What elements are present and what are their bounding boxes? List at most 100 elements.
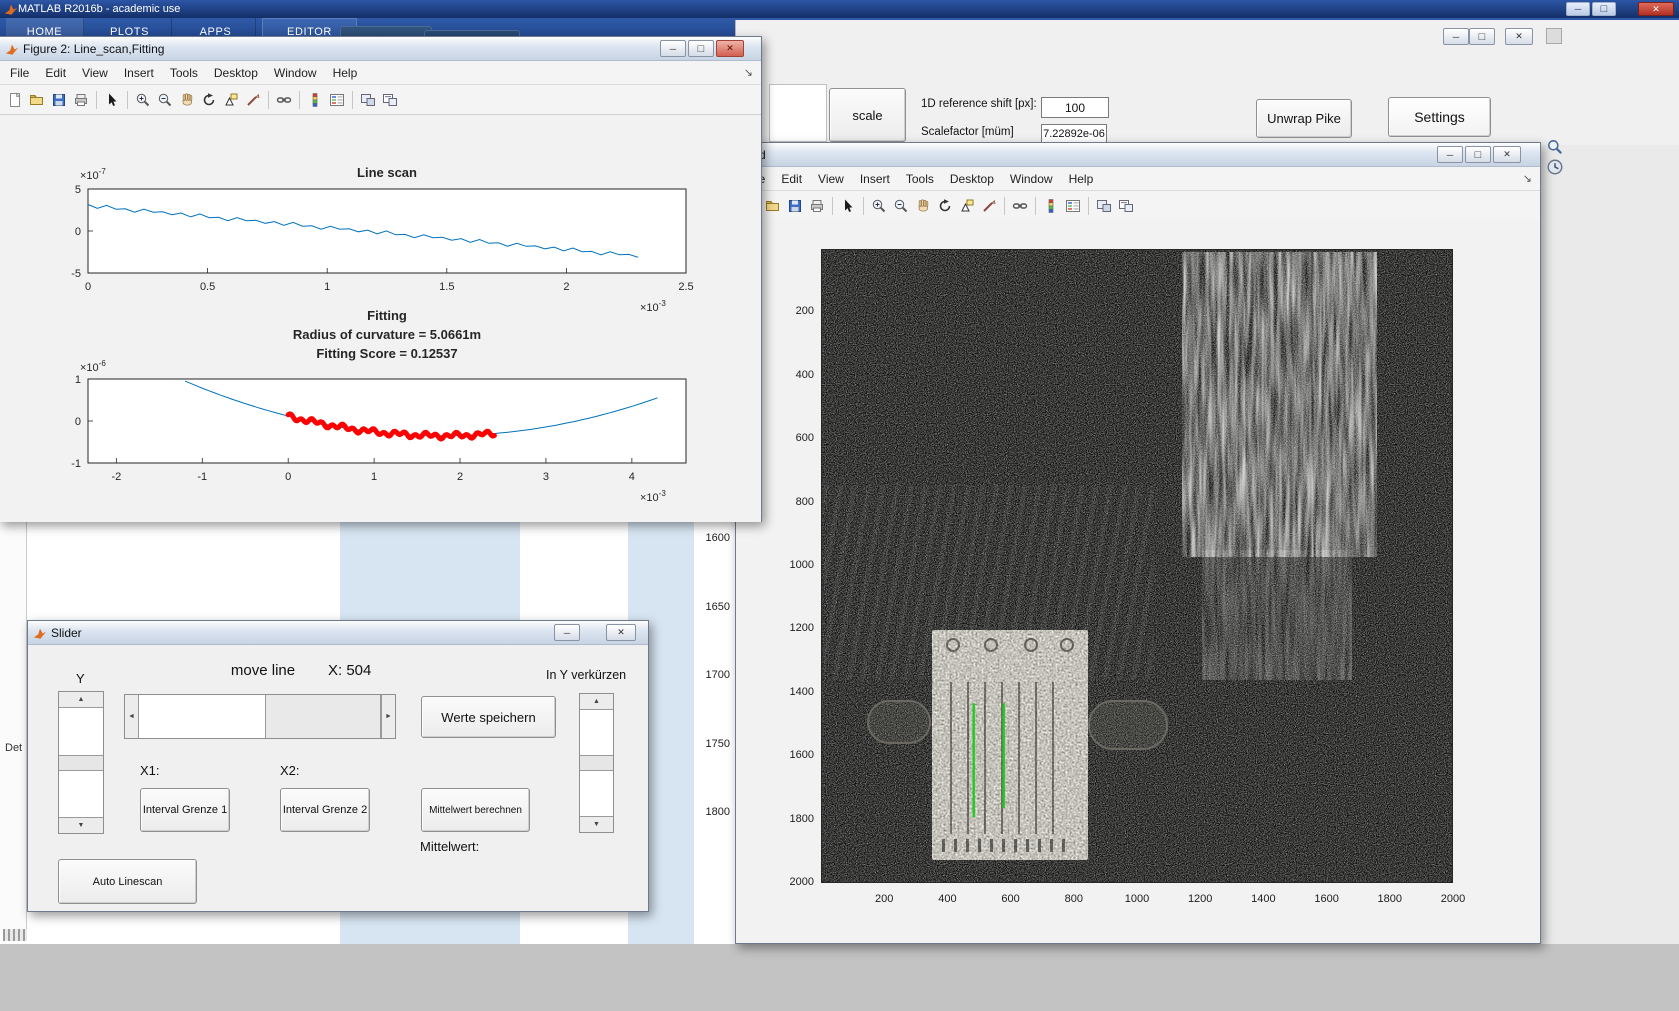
window-menu-icon[interactable] [1546,28,1562,44]
maximize-icon[interactable] [1592,2,1616,16]
image-figure-titlebar[interactable]: d [736,143,1540,167]
x-slider[interactable] [124,694,396,739]
new-figure-icon[interactable] [5,90,25,110]
zoom-out-icon[interactable] [155,90,175,110]
show-plot-tools-icon[interactable] [1116,196,1136,216]
data-cursor-icon[interactable] [221,90,241,110]
minimize-icon[interactable] [1443,28,1469,45]
maximize-icon[interactable] [1465,146,1491,163]
close-icon[interactable] [1505,28,1533,45]
svg-text:Line scan: Line scan [357,165,417,180]
menu-insert[interactable]: Insert [116,63,162,83]
scalefactor-field[interactable]: 7.22892e-06 [1041,124,1107,144]
save-figure-icon[interactable] [49,90,69,110]
slider-up-icon[interactable] [580,694,613,710]
insert-legend-icon[interactable] [327,90,347,110]
pan-icon[interactable] [177,90,197,110]
slider-down-icon[interactable] [580,816,613,832]
show-plot-tools-icon[interactable] [380,90,400,110]
search-icon[interactable] [1546,138,1564,156]
zoom-in-icon[interactable] [133,90,153,110]
insert-colorbar-icon[interactable] [1041,196,1061,216]
menu-window[interactable]: Window [1002,169,1061,189]
menu-insert[interactable]: Insert [852,169,898,189]
close-icon[interactable] [606,624,636,641]
minimize-icon[interactable] [1437,146,1463,163]
minimize-icon[interactable] [1566,2,1590,16]
unwrap-pike-button[interactable]: Unwrap Pike [1256,99,1352,138]
close-icon[interactable] [716,40,744,57]
menu-edit[interactable]: Edit [37,63,74,83]
menu-view[interactable]: View [810,169,852,189]
pointer-icon[interactable] [838,196,858,216]
slider-up-icon[interactable] [59,692,103,708]
insert-colorbar-icon[interactable] [305,90,325,110]
data-cursor-icon[interactable] [957,196,977,216]
brush-icon[interactable] [243,90,263,110]
figure2-titlebar[interactable]: Figure 2: Line_scan,Fitting [0,37,761,61]
insert-legend-icon[interactable] [1063,196,1083,216]
interval-grenze2-button[interactable]: Interval Grenze 2 [280,788,370,832]
figure2-toolbar [0,85,761,115]
pointer-icon[interactable] [102,90,122,110]
menu-desktop[interactable]: Desktop [942,169,1002,189]
resize-grip[interactable] [3,929,27,941]
slider-left-icon[interactable] [125,695,139,738]
menu-window[interactable]: Window [266,63,325,83]
rotate-3d-icon[interactable] [199,90,219,110]
open-file-icon[interactable] [763,196,783,216]
slider-down-icon[interactable] [59,817,103,833]
pan-icon[interactable] [913,196,933,216]
link-plot-icon[interactable] [1010,196,1030,216]
link-plot-icon[interactable] [274,90,294,110]
image-figure-canvas: 2004006008001000120014001600180020002004… [736,219,1540,943]
ref-shift-field[interactable]: 100 [1041,97,1109,118]
close-icon[interactable] [1638,2,1674,16]
menu-desktop[interactable]: Desktop [206,63,266,83]
y-axis-tick-label: 1200 [764,622,814,634]
save-values-button[interactable]: Werte speichern [421,696,556,738]
print-icon[interactable] [807,196,827,216]
menu-tools[interactable]: Tools [162,63,206,83]
menu-help[interactable]: Help [325,63,366,83]
zoom-out-icon[interactable] [891,196,911,216]
menu-file[interactable]: File [2,63,37,83]
menu-view[interactable]: View [74,63,116,83]
mittelwert-berechnen-button[interactable]: Mittelwert berechnen [421,788,530,832]
close-icon[interactable] [1493,146,1521,163]
maximize-icon[interactable] [1469,28,1495,45]
open-file-icon[interactable] [27,90,47,110]
maximize-icon[interactable] [688,40,714,57]
settings-button[interactable]: Settings [1388,97,1491,137]
svg-text:0: 0 [75,226,81,238]
dock-figure-icon[interactable]: ↘ [1515,169,1540,188]
zoom-in-icon[interactable] [869,196,889,216]
hide-plot-tools-icon[interactable] [358,90,378,110]
brush-icon[interactable] [979,196,999,216]
hide-plot-tools-icon[interactable] [1094,196,1114,216]
main-window-titlebar[interactable]: MATLAB R2016b - academic use [0,0,1679,18]
slider-right-icon[interactable] [381,695,395,738]
menu-edit[interactable]: Edit [773,169,810,189]
slider-titlebar[interactable]: Slider [28,621,648,645]
menu-help[interactable]: Help [1061,169,1102,189]
svg-text:2: 2 [457,471,463,483]
slider-thumb[interactable] [59,755,103,771]
history-icon[interactable] [1546,158,1564,176]
print-icon[interactable] [71,90,91,110]
dock-figure-icon[interactable]: ↘ [736,63,761,82]
minimize-icon[interactable] [554,624,580,641]
save-figure-icon[interactable] [785,196,805,216]
y-slider[interactable] [58,691,104,834]
auto-linescan-button[interactable]: Auto Linescan [58,859,197,904]
toolbar-separator [1004,197,1005,215]
slider-thumb[interactable] [265,695,381,738]
in-y-slider[interactable] [579,693,614,833]
minimize-icon[interactable] [660,40,686,57]
menu-tools[interactable]: Tools [898,169,942,189]
slider-thumb[interactable] [580,755,613,771]
scale-button[interactable]: scale [829,88,906,142]
interval-grenze1-button[interactable]: Interval Grenze 1 [140,788,230,832]
svg-text:1.5: 1.5 [439,281,454,293]
rotate-3d-icon[interactable] [935,196,955,216]
